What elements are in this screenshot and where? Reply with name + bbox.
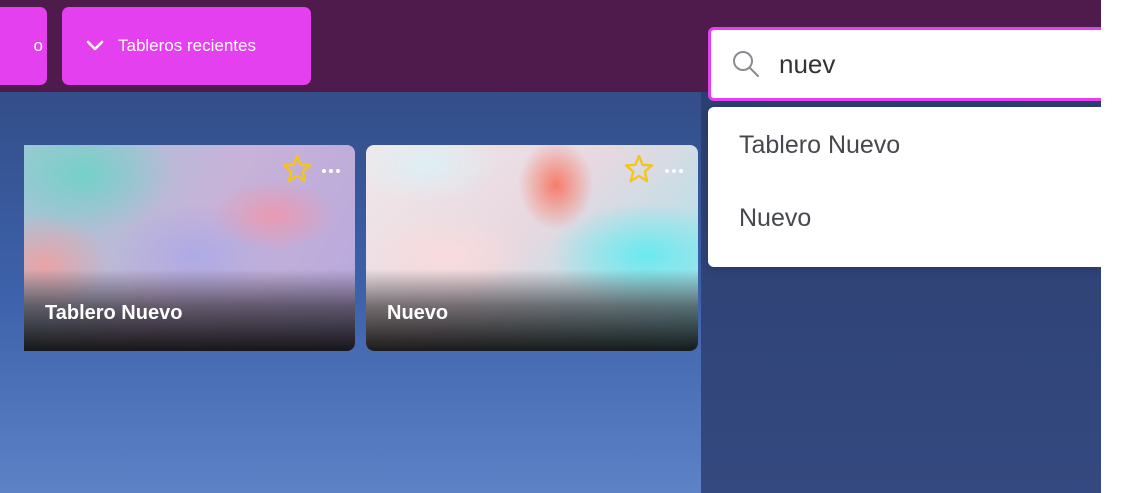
board-card[interactable]: Nuevo (366, 145, 698, 351)
board-title: Tablero Nuevo (45, 302, 183, 324)
star-icon[interactable] (282, 154, 312, 184)
recent-boards-button[interactable]: Tableros recientes (62, 7, 311, 85)
search-box[interactable] (708, 27, 1101, 101)
more-options-icon[interactable] (665, 169, 683, 173)
search-result-item[interactable]: Tablero Nuevo (708, 131, 1101, 204)
star-icon[interactable] (624, 154, 654, 184)
board-workspace: o Tableros recientes Tablero Nuevo Nuevo… (0, 0, 1101, 493)
search-result-label: Tablero Nuevo (739, 131, 901, 159)
search-results-dropdown: Tablero Nuevo Nuevo (708, 107, 1101, 267)
chevron-down-icon (86, 40, 104, 51)
search-icon (733, 51, 759, 77)
search-input[interactable] (779, 48, 1079, 80)
board-title: Nuevo (387, 302, 449, 324)
partial-nav-button-label: o (33, 36, 43, 55)
search-result-item[interactable]: Nuevo (708, 204, 1101, 277)
board-card[interactable]: Tablero Nuevo (24, 145, 355, 351)
partial-nav-button[interactable]: o (0, 7, 47, 85)
recent-boards-label: Tableros recientes (118, 36, 256, 55)
search-result-label: Nuevo (739, 204, 812, 232)
more-options-icon[interactable] (322, 169, 340, 173)
